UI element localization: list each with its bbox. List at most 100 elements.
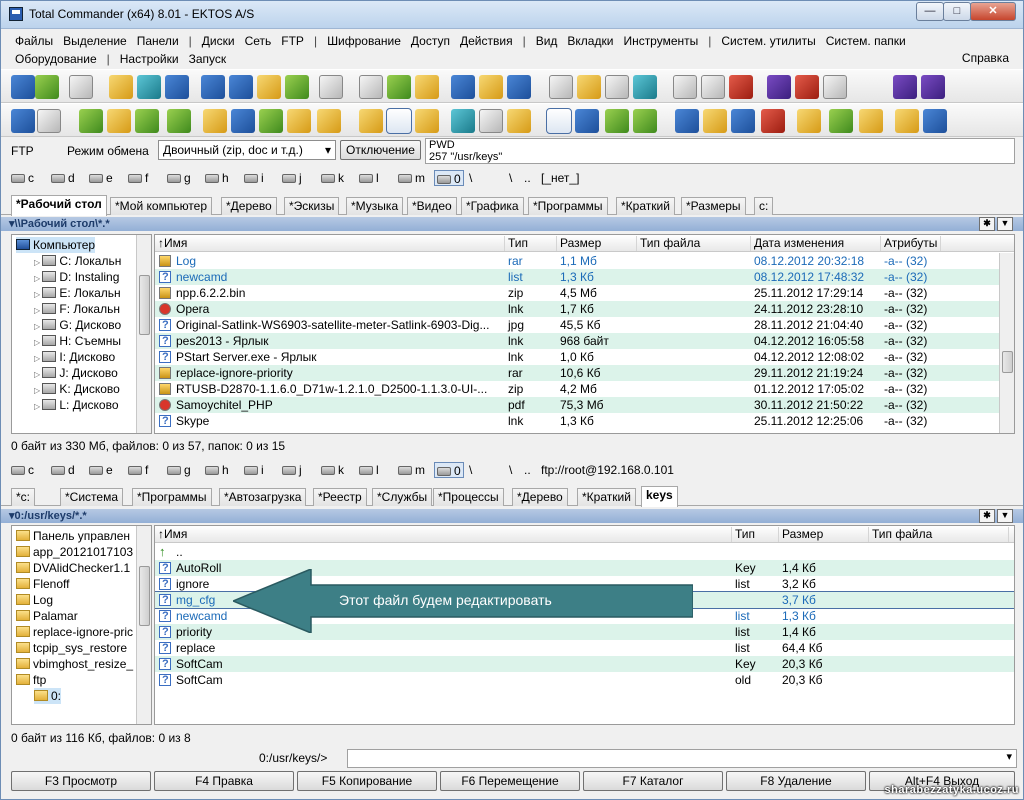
toolbar-icon[interactable] [319, 75, 343, 99]
toolbar-icon[interactable] [729, 75, 753, 99]
drive-button[interactable]: \ [469, 462, 472, 478]
column-header[interactable]: Атрибуты [881, 236, 941, 251]
tab[interactable]: *Мой компьютер [110, 197, 213, 215]
tree-node[interactable]: ▷ L: Дисково [34, 397, 119, 413]
toolbar-icon[interactable] [731, 109, 755, 133]
expand-icon[interactable]: ▷ [34, 274, 42, 283]
tree-node[interactable]: ▷ D: Instaling [34, 269, 119, 285]
file-row[interactable]: Opera lnk 1,7 Кб 24.11.2012 23:28:10 -a-- (3… [155, 301, 1014, 317]
file-row[interactable]: npp.6.2.2.bin zip 4,5 Мб 25.11.2012 17:29:1… [155, 285, 1014, 301]
toolbar-icon[interactable] [287, 109, 311, 133]
ftp-path-label[interactable]: ftp://root@192.168.0.101 [541, 462, 674, 478]
toolbar-icon[interactable] [507, 75, 531, 99]
file-row[interactable]: replace-ignore-priority rar 10,6 Кб 29.11.2… [155, 365, 1014, 381]
toolbar-icon[interactable] [387, 75, 411, 99]
toolbar-icon[interactable] [859, 109, 883, 133]
toolbar-icon[interactable] [895, 109, 919, 133]
toolbar-icon[interactable] [507, 109, 531, 133]
toolbar-icon[interactable] [893, 75, 917, 99]
expand-icon[interactable]: ▷ [34, 338, 42, 347]
tab[interactable]: *Краткий [577, 488, 636, 506]
column-header[interactable]: Размер [779, 527, 869, 542]
drive-button[interactable]: f [128, 462, 148, 478]
column-header[interactable]: Размер [557, 236, 637, 251]
column-header[interactable]: Тип [505, 236, 557, 251]
drive-button[interactable]: j [282, 462, 302, 478]
tab[interactable]: *Видео [407, 197, 457, 215]
fkey-button[interactable]: F3 Просмотр [11, 771, 151, 791]
expand-icon[interactable]: ▷ [34, 290, 42, 299]
toolbar-icon[interactable] [829, 109, 853, 133]
transfer-mode-select[interactable]: Двоичный (zip, doc и т.д.) [158, 140, 336, 160]
drive-button[interactable]: 0 [434, 170, 464, 186]
fkey-button[interactable]: F6 Перемещение [440, 771, 580, 791]
tab[interactable]: *Эскизы [284, 197, 340, 215]
tree-node[interactable]: ▷ F: Локальн [34, 301, 120, 317]
path-bar-right[interactable]: ▾0:/usr/keys/*.* ✱ ▼ [1, 509, 1023, 523]
history-icon[interactable]: ✱ [979, 509, 995, 523]
menu-item[interactable]: Запуск [189, 50, 227, 68]
toolbar-icon[interactable] [165, 75, 189, 99]
tree-node[interactable]: Flenoff [16, 576, 69, 592]
tab[interactable]: *Краткий [616, 197, 675, 215]
toolbar-icon[interactable] [107, 109, 131, 133]
column-header[interactable]: Тип файла [869, 527, 1009, 542]
menu-item[interactable]: Настройки [120, 50, 179, 68]
chevron-down-icon[interactable]: ▼ [997, 509, 1013, 523]
column-header[interactable]: Тип [732, 527, 779, 542]
tab[interactable]: *Дерево [221, 197, 277, 215]
menu-item[interactable]: Систем. утилиты [721, 32, 815, 50]
tree-node[interactable]: ▷ H: Съемны [34, 333, 121, 349]
expand-icon[interactable]: ▷ [34, 322, 42, 331]
file-row[interactable]: Samoychitel_PHP pdf 75,3 Мб 30.11.2012 21:5… [155, 397, 1014, 413]
folder-tree-left[interactable]: Компьютер ▷ C: Локальн ▷ D: Instaling ▷ E: … [11, 234, 152, 434]
tree-scrollbar[interactable] [136, 526, 151, 724]
file-row[interactable]: SoftCam Key 20,3 Кб [155, 656, 1014, 672]
toolbar-icon[interactable] [317, 109, 341, 133]
disconnect-button[interactable]: Отключение [340, 140, 421, 160]
file-row[interactable]: Original-Satlink-WS6903-satellite-meter-… [155, 317, 1014, 333]
menu-item[interactable]: Сеть [245, 32, 272, 50]
tab[interactable]: *Рабочий стол [11, 195, 107, 216]
drive-button[interactable]: k [321, 170, 344, 186]
drive-button[interactable]: m [398, 170, 425, 186]
toolbar-icon[interactable] [761, 109, 785, 133]
drive-button[interactable]: .. [524, 462, 531, 478]
tab[interactable]: *Программы [132, 488, 212, 506]
menu-item[interactable]: Действия [460, 32, 513, 50]
menu-item[interactable]: Выделение [63, 32, 127, 50]
tree-node[interactable]: ▷ E: Локальн [34, 285, 121, 301]
tree-node[interactable]: 0: [34, 688, 62, 704]
file-panel-left[interactable]: ↑Имя Тип Размер Тип файла Дата изменения Атри… [154, 234, 1015, 434]
expand-icon[interactable]: ▷ [34, 386, 42, 395]
drive-button[interactable]: l [359, 170, 379, 186]
expand-icon[interactable]: ▷ [34, 258, 42, 267]
chevron-down-icon[interactable]: ▼ [997, 217, 1013, 231]
toolbar-icon[interactable] [259, 109, 283, 133]
toolbar-icon[interactable] [451, 109, 475, 133]
expand-icon[interactable]: ▷ [34, 402, 42, 411]
maximize-button[interactable]: □ [943, 2, 971, 21]
history-icon[interactable]: ✱ [979, 217, 995, 231]
tree-node[interactable]: ▷ K: Дисково [34, 381, 120, 397]
menu-item[interactable]: FTP [281, 32, 304, 50]
drive-button[interactable]: c [11, 170, 34, 186]
file-row[interactable]: pes2013 - Ярлык lnk 968 байт 04.12.2012 16:… [155, 333, 1014, 349]
toolbar-icon[interactable] [11, 75, 35, 99]
tab[interactable]: *Музыка [346, 197, 404, 215]
file-row[interactable]: Log rar 1,1 Мб 08.12.2012 20:32:18 -a-- (32) [155, 253, 1014, 269]
fkey-button[interactable]: F8 Удаление [726, 771, 866, 791]
tree-node[interactable]: tcpip_sys_restore [16, 640, 127, 656]
toolbar-icon[interactable] [703, 109, 727, 133]
tree-node[interactable]: ftp [16, 672, 46, 688]
scrollbar-thumb[interactable] [139, 275, 150, 335]
drive-button[interactable]: d [51, 170, 75, 186]
toolbar-icon[interactable] [285, 75, 309, 99]
tab[interactable]: *Службы [372, 488, 433, 506]
tree-node[interactable]: ▷ C: Локальн [34, 253, 121, 269]
tab[interactable]: *Процессы [433, 488, 504, 506]
tree-node[interactable]: app_20121017103 [16, 544, 133, 560]
toolbar-icon[interactable] [575, 109, 599, 133]
tree-node[interactable]: ▷ J: Дисково [34, 365, 118, 381]
drive-none-label[interactable]: [_нет_] [541, 170, 579, 186]
